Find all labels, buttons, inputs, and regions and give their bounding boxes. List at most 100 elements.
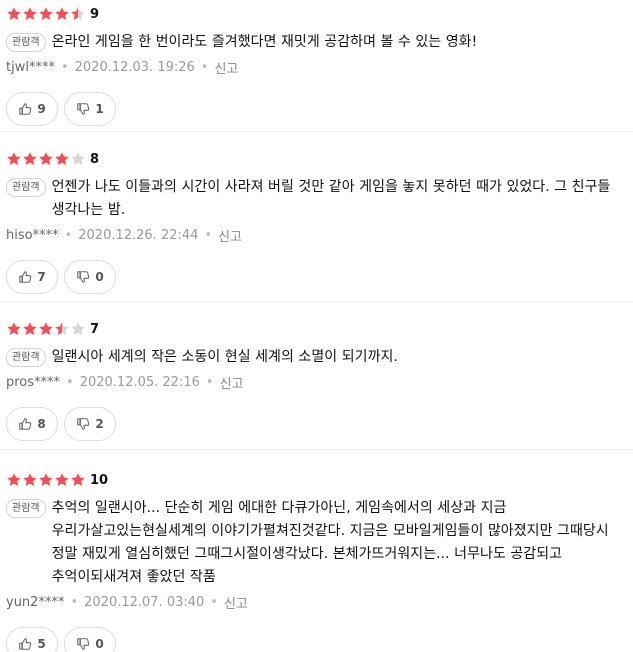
rating-row: 9 — [6, 4, 633, 24]
like-count: 9 — [37, 102, 46, 116]
review-body: 관람객 언젠가 나도 이들과의 시간이 사라져 버릴 것만 같아 게임을 놓지 … — [6, 176, 633, 222]
star-rating — [6, 151, 86, 167]
review-list: 9 관람객 온라인 게임을 한 번이라도 즐겨했다면 재밋게 공감하며 볼 수 … — [0, 0, 633, 652]
separator-dot: • — [70, 594, 79, 610]
username: pros**** — [6, 374, 61, 390]
star-icon — [54, 472, 70, 488]
review-date: 2020.12.26. 22:44 — [78, 227, 199, 243]
review-date: 2020.12.05. 22:16 — [79, 374, 200, 390]
vote-buttons: 9 1 — [6, 92, 633, 126]
dislike-button[interactable]: 2 — [64, 407, 116, 441]
like-button[interactable]: 5 — [6, 627, 58, 652]
star-icon — [38, 151, 54, 167]
vote-buttons: 5 0 — [6, 627, 633, 652]
like-button[interactable]: 8 — [6, 407, 58, 441]
thumbs-up-icon — [19, 418, 32, 430]
review-text: 추억의 일랜시아... 단순히 게임 에대한 다큐가아닌, 게임속에서의 세상과… — [51, 500, 609, 585]
star-icon — [22, 6, 38, 22]
rating-row: 10 — [6, 470, 633, 490]
dislike-button[interactable]: 0 — [64, 627, 116, 652]
vote-buttons: 8 2 — [6, 407, 633, 441]
viewer-badge: 관람객 — [6, 178, 46, 197]
dislike-count: 1 — [95, 102, 104, 116]
thumbs-up-icon — [19, 638, 32, 650]
vote-buttons: 7 0 — [6, 260, 633, 294]
review-text: 언젠가 나도 이들과의 시간이 사라져 버릴 것만 같아 게임을 놓지 못하던 … — [51, 179, 611, 218]
star-icon — [38, 6, 54, 22]
review-body: 관람객 일랜시아 세계의 작은 소동이 현실 세계의 소멸이 되기까지. — [6, 346, 633, 369]
star-icon — [6, 472, 22, 488]
star-icon — [70, 472, 86, 488]
star-icon — [54, 6, 70, 22]
separator-dot: • — [210, 594, 218, 610]
star-icon — [70, 321, 86, 337]
like-count: 5 — [37, 637, 46, 651]
separator-dot: • — [200, 59, 209, 75]
star-rating — [6, 472, 86, 488]
star-icon — [70, 151, 86, 167]
username: hiso**** — [6, 227, 59, 243]
like-count: 8 — [37, 417, 46, 431]
like-button[interactable]: 9 — [6, 92, 58, 126]
rating-row: 7 — [6, 319, 633, 339]
viewer-badge: 관람객 — [6, 33, 46, 52]
dislike-count: 0 — [95, 270, 104, 284]
review-body: 관람객 추억의 일랜시아... 단순히 게임 에대한 다큐가아닌, 게임속에서의… — [6, 497, 633, 589]
rating-score: 8 — [90, 151, 100, 167]
review-meta: tjwl**** • 2020.12.03. 19:26 • 신고 — [6, 57, 633, 77]
star-icon — [70, 6, 86, 22]
star-icon — [22, 151, 38, 167]
rating-row: 8 — [6, 149, 633, 169]
review-meta: yun2**** • 2020.12.07. 03:40 • 신고 — [6, 592, 633, 612]
review-meta: hiso**** • 2020.12.26. 22:44 • 신고 — [6, 225, 633, 245]
review-text: 온라인 게임을 한 번이라도 즐겨했다면 재밋게 공감하며 볼 수 있는 영화! — [51, 34, 478, 50]
review-date: 2020.12.03. 19:26 — [74, 59, 195, 75]
star-icon — [6, 321, 22, 337]
report-link[interactable]: 신고 — [220, 373, 244, 392]
review-body: 관람객 온라인 게임을 한 번이라도 즐겨했다면 재밋게 공감하며 볼 수 있는… — [6, 31, 633, 54]
star-icon — [54, 321, 70, 337]
star-rating — [6, 321, 86, 337]
thumbs-down-icon — [77, 103, 90, 115]
review-date: 2020.12.07. 03:40 — [84, 594, 205, 610]
star-icon — [6, 6, 22, 22]
review-text: 일랜시아 세계의 작은 소동이 현실 세계의 소멸이 되기까지. — [51, 349, 398, 365]
rating-score: 7 — [90, 321, 100, 337]
star-icon — [54, 151, 70, 167]
separator-dot: • — [66, 374, 74, 390]
thumbs-up-icon — [19, 103, 32, 115]
dislike-count: 0 — [95, 637, 104, 651]
thumbs-down-icon — [77, 418, 90, 430]
like-button[interactable]: 7 — [6, 260, 58, 294]
dislike-count: 2 — [95, 417, 104, 431]
star-icon — [38, 321, 54, 337]
separator-dot: • — [204, 227, 213, 243]
review-item: 9 관람객 온라인 게임을 한 번이라도 즐겨했다면 재밋게 공감하며 볼 수 … — [0, 0, 633, 132]
thumbs-up-icon — [19, 271, 32, 283]
thumbs-down-icon — [77, 638, 90, 650]
thumbs-down-icon — [77, 271, 90, 283]
separator-dot: • — [205, 374, 214, 390]
review-meta: pros**** • 2020.12.05. 22:16 • 신고 — [6, 372, 633, 392]
star-icon — [22, 472, 38, 488]
dislike-button[interactable]: 0 — [64, 260, 116, 294]
star-icon — [38, 472, 54, 488]
review-item: 8 관람객 언젠가 나도 이들과의 시간이 사라져 버릴 것만 같아 게임을 놓… — [0, 132, 633, 302]
dislike-button[interactable]: 1 — [64, 92, 116, 126]
username: tjwl**** — [6, 59, 55, 75]
star-rating — [6, 6, 86, 22]
username: yun2**** — [6, 594, 65, 610]
report-link[interactable]: 신고 — [218, 226, 242, 245]
star-icon — [6, 151, 22, 167]
separator-dot: • — [64, 227, 73, 243]
like-count: 7 — [37, 270, 46, 284]
viewer-badge: 관람객 — [6, 499, 46, 518]
separator-dot: • — [60, 59, 69, 75]
star-icon — [22, 321, 38, 337]
review-item: 10 관람객 추억의 일랜시아... 단순히 게임 에대한 다큐가아닌, 게임속… — [0, 450, 633, 652]
review-item: 7 관람객 일랜시아 세계의 작은 소동이 현실 세계의 소멸이 되기까지. p… — [0, 302, 633, 450]
viewer-badge: 관람객 — [6, 348, 46, 367]
report-link[interactable]: 신고 — [214, 58, 238, 77]
report-link[interactable]: 신고 — [224, 593, 248, 612]
rating-score: 9 — [90, 6, 100, 22]
